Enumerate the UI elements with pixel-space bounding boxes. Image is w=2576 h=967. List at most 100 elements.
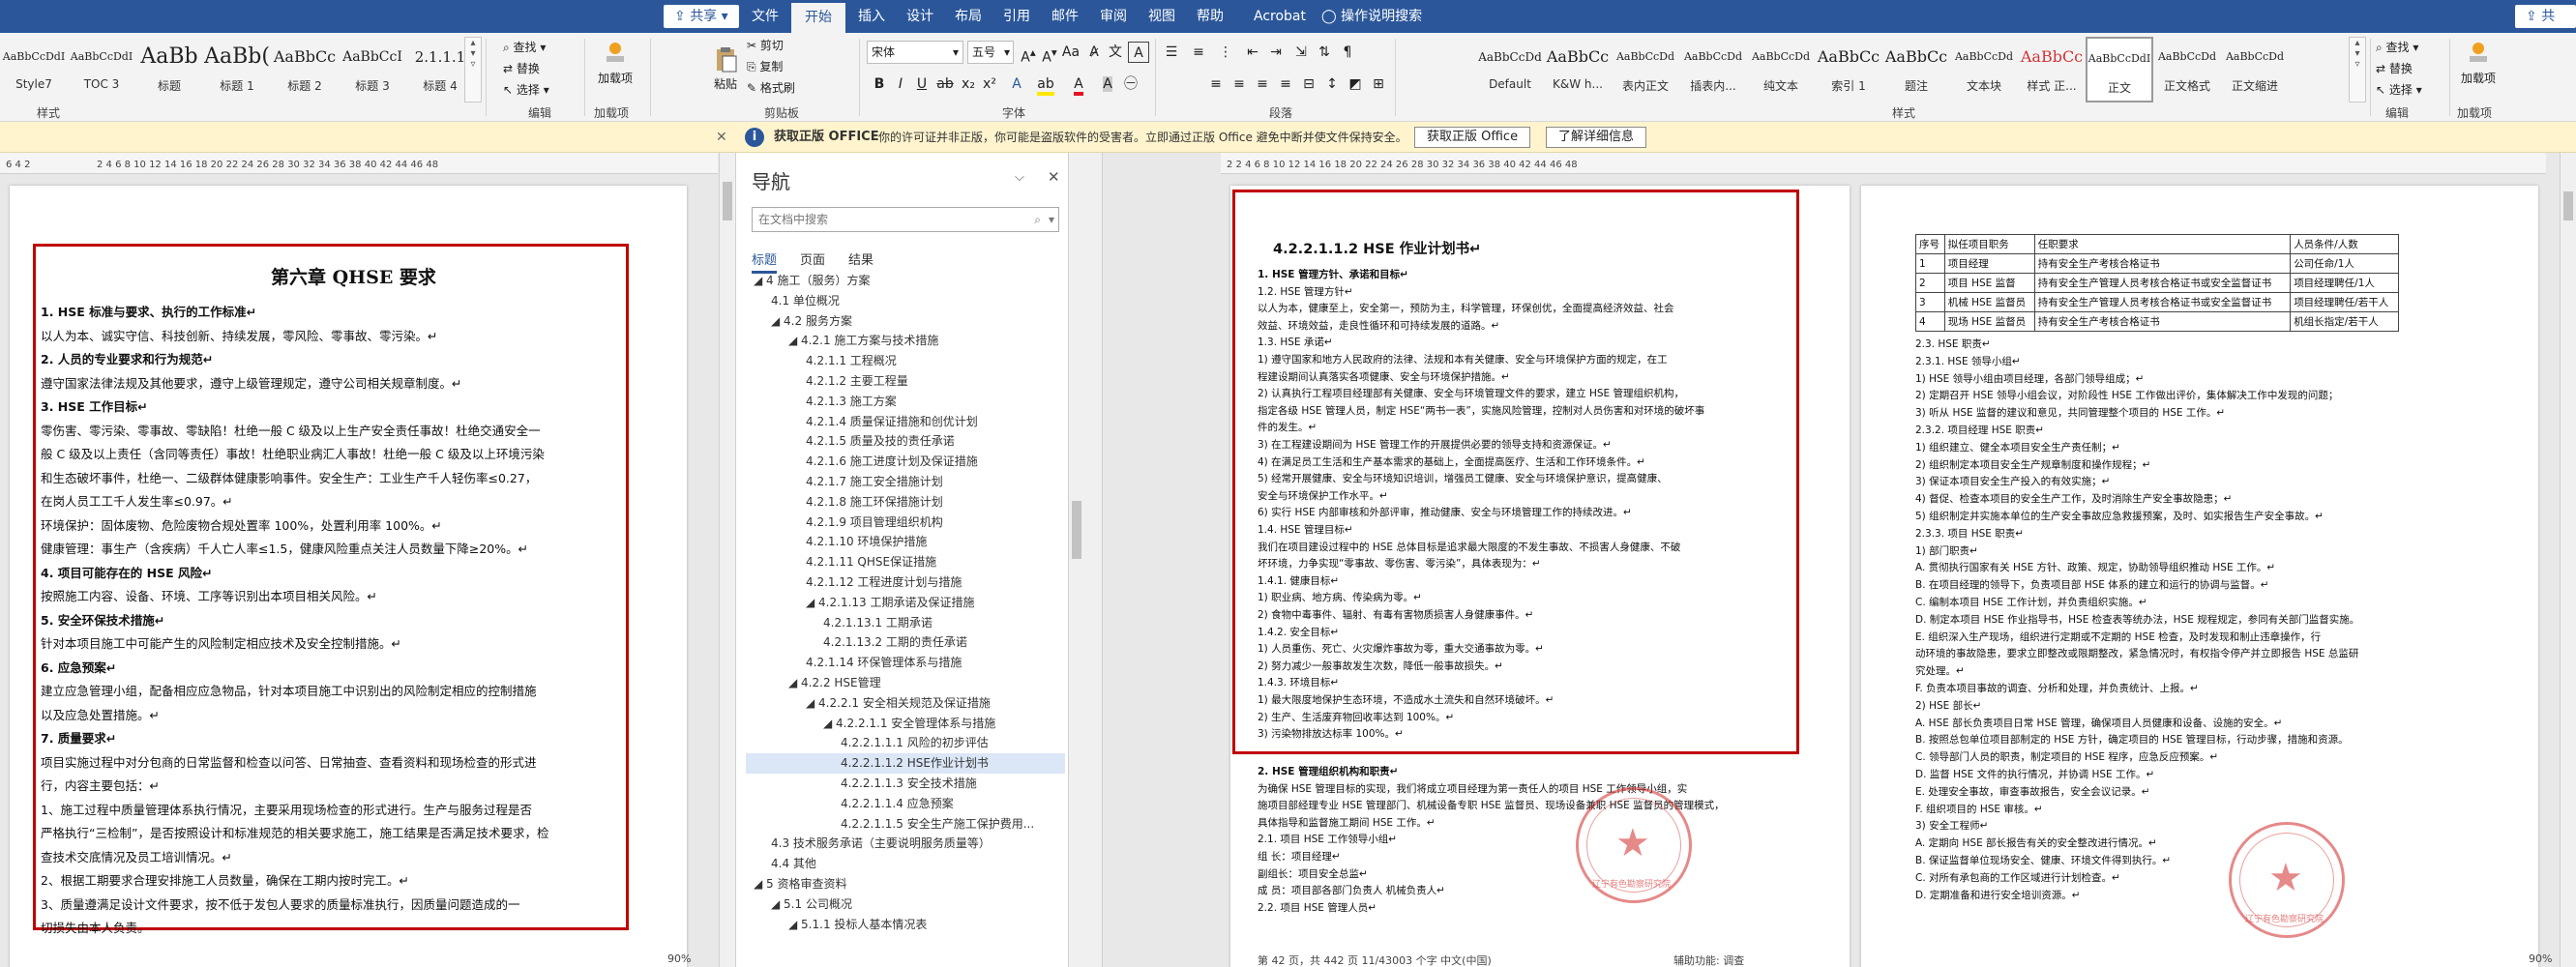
borders-icon[interactable]: ⊞ [1368,73,1389,95]
tab-mailings[interactable]: 邮件 [1043,0,1087,33]
style-gallery-item[interactable]: AaBbCc 标题 2 [271,37,339,103]
nav-heading-item[interactable]: 4.2.1.4 质量保证措施和创优计划 [746,412,1065,432]
superscript-icon[interactable]: x² [979,73,1000,95]
nav-heading-item[interactable]: 4.2.1.10 环境保护措施 [746,532,1065,552]
tab-design[interactable]: 设计 [898,0,942,33]
pinyin-icon[interactable]: 文 [1105,42,1126,63]
right-find-button[interactable]: ⌕ 查找 ▾ [2376,39,2418,55]
increase-indent-icon[interactable]: ⇥ [1265,42,1287,63]
copy-button[interactable]: ⎘ 复制 [747,58,783,74]
scroll-thumb[interactable] [723,182,732,220]
chevron-down-icon[interactable]: ▾ [1049,208,1054,231]
tab-help[interactable]: 帮助 [1188,0,1232,33]
style-gallery-item[interactable]: AaBbCc 样式 正... [2018,37,2086,103]
style-gallery-item[interactable]: AaBbCcDdI Style7 [0,37,68,103]
change-case-icon[interactable]: Aa [1060,42,1081,63]
nav-heading-item[interactable]: ◢ 4.2.2.1 安全相关规范及保证措施 [746,693,1065,714]
text-effects-icon[interactable]: A [1006,73,1027,95]
bullets-icon[interactable]: ☰ [1161,42,1182,63]
nav-heading-item[interactable]: 4.2.1.6 施工进度计划及保证措施 [746,452,1065,472]
right-select-button[interactable]: ↖ 选择 ▾ [2376,81,2422,98]
nav-heading-item[interactable]: 4.4 其他 [746,854,1065,874]
nav-heading-item[interactable]: ◢ 5 资格审查资料 [746,874,1065,894]
clear-format-icon[interactable]: A̷ [1083,42,1105,63]
nav-tab-results[interactable]: 结果 [848,249,873,268]
tab-insert[interactable]: 插入 [849,0,894,33]
left-replace-button[interactable]: ⇄ 替换 [503,60,540,76]
nav-heading-item[interactable]: ◢ 5.1.1 投标人基本情况表 [746,915,1065,935]
font-name-select[interactable]: 宋体 ▾ [867,41,963,64]
style-gallery-item[interactable]: AaBbCcDd 插表内... [1679,37,1747,103]
left-zoom-level[interactable]: 90% [667,952,691,967]
subscript-icon[interactable]: x₂ [958,73,979,95]
nav-search-input[interactable]: 在文档中搜索 ⌕ ▾ [752,207,1059,232]
nav-heading-item[interactable]: 4.2.1.11 QHSE保证措施 [746,552,1065,572]
left-styles-more-button[interactable]: ▴ ▾ ▿ [464,37,482,103]
nav-heading-item[interactable]: 4.2.2.1.1.1 风险的初步评估 [746,733,1065,753]
nav-heading-item[interactable]: 4.2.2.1.1.5 安全生产施工保护费用... [746,814,1065,835]
chevron-down-icon[interactable]: ⌵ [1015,170,1024,185]
learn-more-button[interactable]: 了解详细信息 [1546,127,1647,148]
style-gallery-item[interactable]: AaBbCc K&W h... [1544,37,1612,103]
nav-heading-item[interactable]: ◢ 4 施工（服务）方案 [746,271,1065,291]
share-button-right[interactable]: ⇪ 共享 [2515,5,2576,45]
status-page-info[interactable]: 第 42 页，共 442 页 11/43003 个字 中文(中国) [1258,952,1492,967]
style-gallery-item[interactable]: AaBbCc 索引 1 [1815,37,1882,103]
tell-me-search[interactable]: ◯ 操作说明搜索 [1321,0,1422,33]
right-vertical-scrollbar[interactable] [2560,153,2576,967]
share-button-left[interactable]: ⇪ 共享 ▾ [664,5,739,28]
nav-heading-item[interactable]: 4.2.1.8 施工环保措施计划 [746,492,1065,513]
close-icon[interactable]: ✕ [1048,168,1060,186]
style-gallery-item[interactable]: AaBbCcDd 纯文本 [1747,37,1815,103]
right-styles-more-button[interactable]: ▴ ▾ ▿ [2349,37,2366,103]
char-border-icon[interactable]: A [1128,42,1149,63]
style-gallery-item[interactable]: AaBbCcI 标题 3 [339,37,406,103]
nav-heading-item[interactable]: ◢ 4.2.2 HSE管理 [746,673,1065,693]
shrink-font-icon[interactable]: A▾ [1039,42,1060,66]
char-shading-icon[interactable]: A [1097,73,1118,95]
nav-heading-item[interactable]: ◢ 4.2 服务方案 [746,311,1065,332]
tab-view[interactable]: 视图 [1140,0,1184,33]
right-replace-button[interactable]: ⇄ 替换 [2376,60,2413,76]
nav-heading-item[interactable]: 4.2.1.2 主要工程量 [746,371,1065,392]
strikethrough-icon[interactable]: ab [934,73,956,95]
tab-file[interactable]: 文件 [743,0,787,33]
nav-vertical-scrollbar[interactable] [1068,153,1085,967]
align-right-icon[interactable]: ≡ [1252,73,1273,95]
left-select-button[interactable]: ↖ 选择 ▾ [503,81,549,98]
style-gallery-item[interactable]: AaBbCcDdI 正文 [2086,37,2153,103]
scroll-thumb[interactable] [1072,501,1081,559]
style-gallery-item[interactable]: AaBb(标题 1 [203,37,271,103]
tab-layout[interactable]: 布局 [946,0,991,33]
align-center-icon[interactable]: ≡ [1229,73,1250,95]
right-zoom-level[interactable]: 90% [2529,952,2552,967]
shading-icon[interactable]: ◩ [1345,73,1366,95]
chinese-layout-icon[interactable]: ⇲ [1290,42,1312,63]
line-spacing-icon[interactable]: ↕ [1321,73,1343,95]
align-left-icon[interactable]: ≡ [1205,73,1227,95]
tab-acrobat[interactable]: Acrobat [1246,0,1314,33]
style-gallery-item[interactable]: AaBbCcDd 正文缩进 [2221,37,2289,103]
paste-button[interactable]: 粘贴 [706,44,745,92]
style-gallery-item[interactable]: AaBbCc 题注 [1882,37,1950,103]
enclose-char-icon[interactable]: ㊀ [1120,73,1141,95]
grow-font-icon[interactable]: A▴ [1018,42,1039,66]
nav-heading-item[interactable]: ◢ 5.1 公司概况 [746,894,1065,915]
decrease-indent-icon[interactable]: ⇤ [1242,42,1263,63]
tab-review[interactable]: 审阅 [1091,0,1136,33]
cut-button[interactable]: ✂ 剪切 [747,37,784,53]
tab-home[interactable]: 开始 [791,0,845,33]
italic-icon[interactable]: I [890,73,911,95]
nav-heading-item[interactable]: 4.2.1.14 环保管理体系与措施 [746,653,1065,673]
nav-heading-item[interactable]: 4.3 技术服务承诺（主要说明服务质量等） [746,834,1065,854]
show-marks-icon[interactable]: ¶ [1337,42,1358,63]
nav-tab-pages[interactable]: 页面 [800,249,825,268]
nav-heading-item[interactable]: 4.2.1.13.2 工期的责任承诺 [746,632,1065,653]
multilevel-list-icon[interactable]: ⋮ [1215,42,1236,63]
close-icon[interactable]: ✕ [716,130,727,145]
nav-heading-item[interactable]: ◢ 4.2.1.13 工期承诺及保证措施 [746,593,1065,613]
left-addin-button[interactable]: 加载项 [596,39,635,86]
right-addin-button[interactable]: 加载项 [2459,39,2498,86]
get-genuine-button[interactable]: 获取正版 Office [1414,127,1531,148]
left-vertical-scrollbar[interactable] [719,153,735,967]
